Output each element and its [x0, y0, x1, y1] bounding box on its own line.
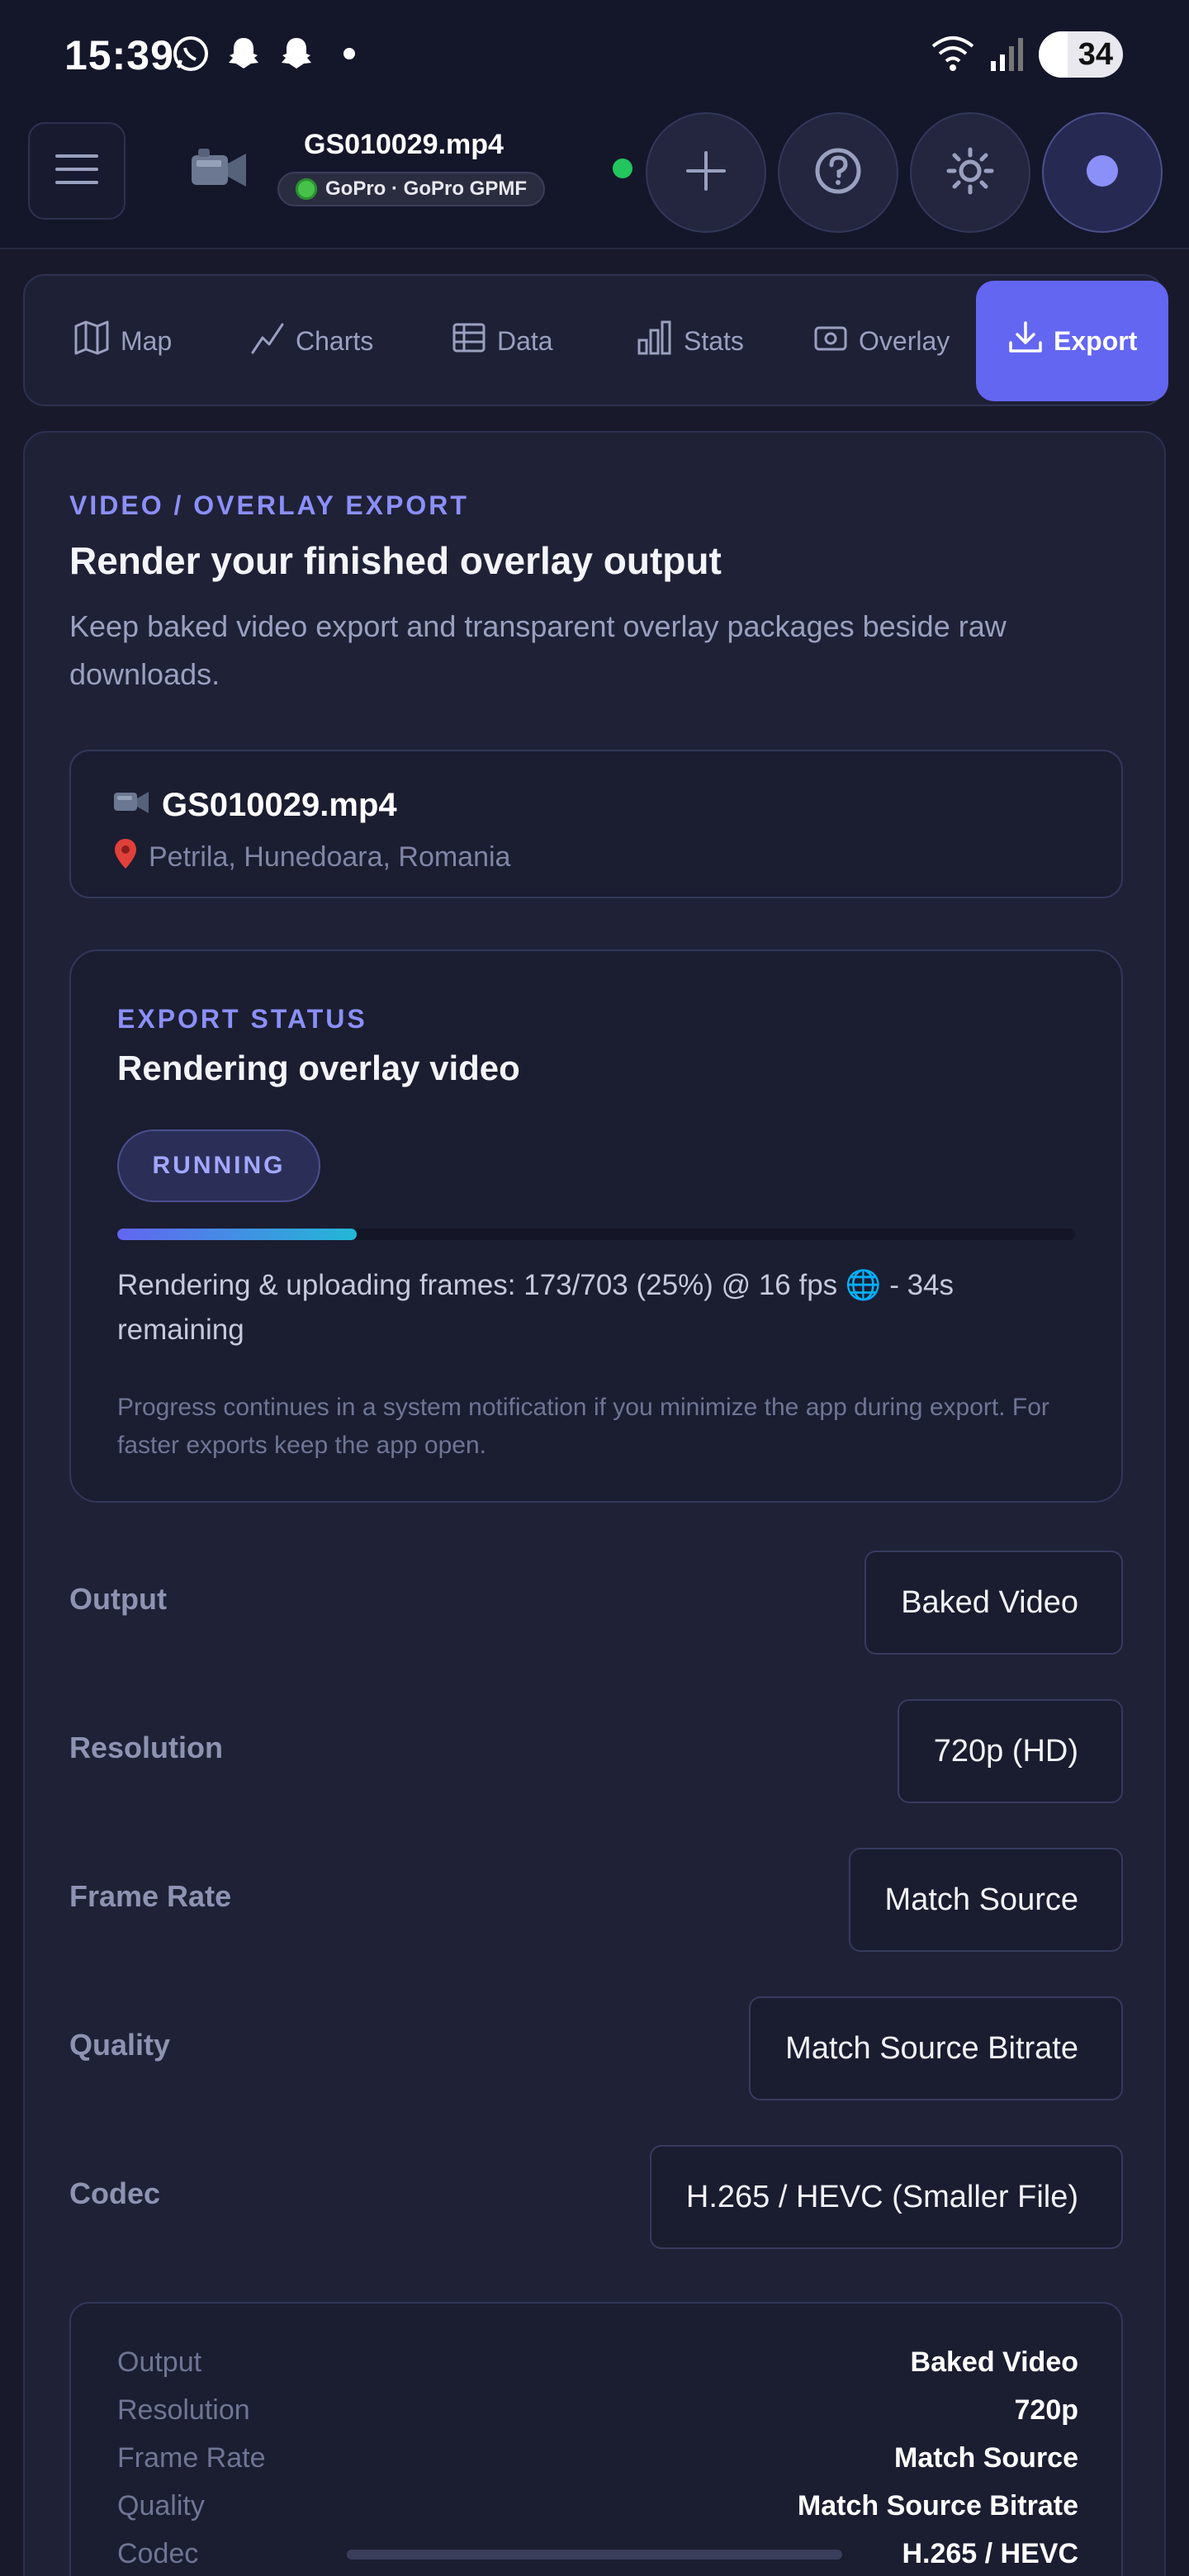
output-select[interactable]: Baked Video [865, 1551, 1123, 1655]
wifi-icon [930, 33, 976, 77]
green-circle-icon [296, 178, 317, 200]
setting-frame-rate: Frame Rate Match Source [69, 1848, 1123, 1952]
summary-value: H.265 / HEVC [902, 2537, 1078, 2569]
setting-codec-label: Codec [69, 2176, 161, 2210]
export-title: Render your finished overlay output [69, 539, 722, 582]
sun-icon [945, 146, 995, 200]
summary-value: Match Source Bitrate [797, 2489, 1078, 2522]
help-button[interactable] [778, 112, 898, 233]
summary-key: Frame Rate [117, 2441, 266, 2474]
status-badge: RUNNING [117, 1129, 320, 1202]
hamburger-icon [54, 151, 100, 192]
device-badge-label: GoPro · GoPro GPMF [325, 178, 527, 200]
table-icon [451, 320, 487, 362]
progress-text: Rendering & uploading frames: 173/703 (2… [117, 1269, 955, 1346]
resolution-select[interactable]: 720p (HD) [897, 1699, 1123, 1803]
source-file-info: GS010029.mp4 Petrila, Hunedoara, Romania [69, 750, 1123, 898]
summary-value: 720p [1014, 2394, 1079, 2426]
summary-key: Quality [117, 2489, 205, 2522]
setting-codec: Codec H.265 / HEVC (Smaller File) [69, 2145, 1123, 2249]
app-header: GS010029.mp4 GoPro · GoPro GPMF [0, 112, 1189, 249]
theme-toggle-button[interactable] [910, 112, 1030, 233]
source-file-name: GS010029.mp4 [162, 786, 397, 823]
tab-export-label: Export [1054, 325, 1138, 356]
header-file-title: GS010029.mp4 [304, 129, 504, 160]
tab-data[interactable]: Data [451, 281, 553, 401]
clock: 15:39 [64, 32, 174, 78]
tab-stats[interactable]: Stats [636, 281, 744, 401]
progress-bar [117, 1229, 1075, 1240]
tab-overlay[interactable]: Overlay [812, 281, 950, 401]
summary-row: Output Baked Video [117, 2338, 1078, 2386]
export-summary: Output Baked Video Resolution 720p Frame… [69, 2302, 1123, 2576]
main-tabs: Map Charts Data Stats Overlay Export [23, 274, 1169, 406]
download-icon [1007, 320, 1044, 362]
connection-status-dot [613, 159, 632, 178]
tab-overlay-label: Overlay [859, 325, 950, 356]
device-badge: GoPro · GoPro GPMF [277, 172, 545, 206]
signal-icon [989, 33, 1026, 77]
snapchat-icon [223, 33, 264, 74]
export-status-title: Rendering overlay video [117, 1049, 520, 1087]
export-card: VIDEO / OVERLAY EXPORT Render your finis… [23, 431, 1166, 2576]
more-dot-icon [329, 33, 370, 74]
setting-output: Output Baked Video [69, 1551, 1123, 1655]
summary-key: Resolution [117, 2394, 250, 2426]
summary-value: Match Source [894, 2441, 1078, 2474]
quality-select[interactable]: Match Source Bitrate [749, 1996, 1123, 2100]
summary-value: Baked Video [910, 2346, 1078, 2378]
setting-frame-rate-label: Frame Rate [69, 1879, 232, 1913]
source-file-location: Petrila, Hunedoara, Romania [149, 841, 511, 873]
setting-output-label: Output [69, 1582, 167, 1616]
add-button[interactable] [646, 112, 766, 233]
help-icon [813, 146, 863, 200]
progress-note: Progress continues in a system notificat… [117, 1394, 1049, 1459]
tab-charts[interactable]: Charts [249, 281, 373, 401]
summary-row: Frame Rate Match Source [117, 2434, 1078, 2482]
video-camera-icon [187, 135, 253, 201]
whatsapp-icon [170, 33, 211, 74]
status-bar: 15:39 34 [0, 0, 1189, 112]
profile-button[interactable] [1042, 112, 1163, 233]
setting-quality-label: Quality [69, 2028, 171, 2062]
snapchat-icon [276, 33, 317, 74]
location-pin-icon [112, 837, 139, 878]
bar-stats-icon [636, 319, 674, 363]
export-status-panel: EXPORT STATUS Rendering overlay video RU… [69, 949, 1123, 1503]
setting-resolution: Resolution 720p (HD) [69, 1699, 1123, 1803]
tab-stats-label: Stats [684, 325, 744, 356]
summary-row: Quality Match Source Bitrate [117, 2482, 1078, 2530]
tab-data-label: Data [497, 325, 553, 356]
codec-select[interactable]: H.265 / HEVC (Smaller File) [649, 2145, 1123, 2249]
progress-bar-fill [117, 1229, 357, 1240]
tab-map-label: Map [121, 325, 173, 356]
home-indicator[interactable] [347, 2550, 842, 2559]
battery-indicator: 34 [1039, 31, 1123, 78]
overlay-icon [812, 320, 849, 362]
export-status-eyebrow: EXPORT STATUS [117, 1004, 367, 1034]
summary-key: Codec [117, 2537, 199, 2569]
setting-resolution-label: Resolution [69, 1731, 223, 1764]
chart-line-icon [249, 320, 286, 362]
tab-map[interactable]: Map [73, 281, 172, 401]
profile-icon [1086, 154, 1119, 192]
summary-row: Resolution 720p [117, 2386, 1078, 2434]
export-eyebrow: VIDEO / OVERLAY EXPORT [69, 490, 469, 520]
notification-icons [170, 33, 370, 74]
summary-key: Output [117, 2346, 202, 2378]
map-icon [73, 319, 111, 363]
tab-export[interactable]: Export [976, 281, 1169, 401]
frame-rate-select[interactable]: Match Source [848, 1848, 1123, 1952]
setting-quality: Quality Match Source Bitrate [69, 1996, 1123, 2100]
video-camera-icon [112, 783, 152, 827]
export-description: Keep baked video export and transparent … [69, 609, 1007, 691]
add-icon [683, 148, 729, 198]
tab-charts-label: Charts [296, 325, 374, 356]
menu-button[interactable] [28, 122, 126, 220]
